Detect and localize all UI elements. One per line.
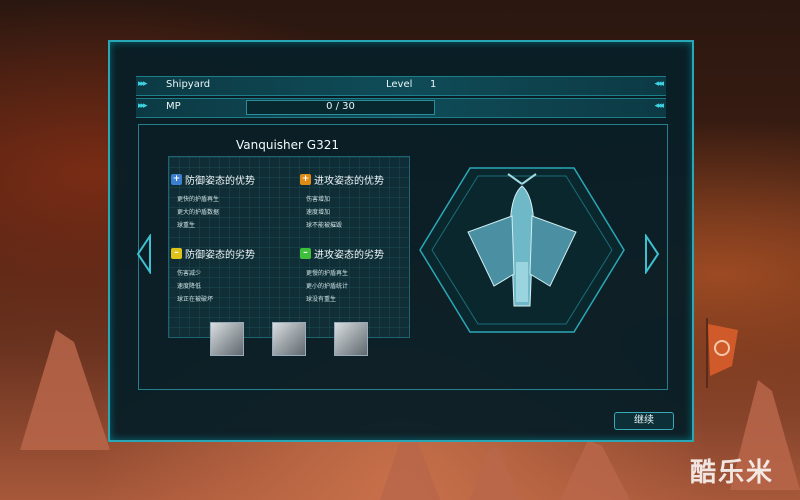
list-item: 球正在被破坏 (177, 296, 214, 303)
mp-label: MP (166, 101, 181, 112)
list-item: 球没有重生 (306, 296, 337, 303)
list-item: 伤害减少 (177, 270, 202, 277)
section-title: 进攻姿态的优势 (314, 176, 384, 187)
list-item: 伤害增加 (306, 196, 331, 203)
watermark-logo: 酷乐米 (690, 458, 775, 488)
bar-arrows-left-icon: ▸▸▸ (138, 101, 147, 111)
bar-arrows-left-icon: ▸▸▸ (138, 79, 147, 89)
attack-advantages: + 进攻姿态的优势 伤害增加 速度增加 球不能被摧毁 (300, 172, 384, 232)
list-item: 更慢的护盾再生 (306, 270, 349, 277)
list-item: 更大的护盾数据 (177, 209, 220, 216)
mp-bar: ▸▸▸ MP 0 / 30 ◂◂◂ (136, 98, 666, 118)
shield-plus-icon: + (171, 174, 182, 185)
level-value: 1 (430, 79, 437, 90)
header-bar: ▸▸▸ Shipyard Level 1 ◂◂◂ (136, 76, 666, 96)
ship-display-hexagon (419, 167, 625, 333)
ship-name: Vanquisher G321 (236, 138, 339, 152)
bar-arrows-right-icon: ◂◂◂ (654, 79, 663, 89)
section-title: 进攻姿态的劣势 (314, 250, 384, 261)
shield-minus-icon: – (171, 248, 182, 259)
meditation-skill-icon[interactable] (272, 322, 306, 356)
list-item: 球不能被摧毁 (306, 222, 343, 229)
defense-advantages: + 防御姿态的优势 更快的护盾再生 更大的护盾数据 球重生 (171, 172, 255, 232)
level-label: Level (386, 79, 413, 90)
banner-flag (706, 318, 738, 388)
bar-arrows-right-icon: ◂◂◂ (654, 101, 663, 111)
list-item: 更小的护盾统计 (306, 283, 349, 290)
attack-plus-icon: + (300, 174, 311, 185)
shield-skill-icon[interactable] (334, 322, 368, 356)
continue-button[interactable]: 继续 (614, 412, 674, 430)
list-item: 速度增加 (306, 209, 331, 216)
attack-minus-icon: – (300, 248, 311, 259)
explosion-skill-icon[interactable] (210, 322, 244, 356)
screen-title: Shipyard (166, 79, 211, 90)
attack-disadvantages: – 进攻姿态的劣势 更慢的护盾再生 更小的护盾统计 球没有重生 (300, 246, 384, 306)
list-item: 球重生 (177, 222, 196, 229)
list-item: 更快的护盾再生 (177, 196, 220, 203)
section-title: 防御姿态的劣势 (185, 250, 255, 261)
mp-value: 0 / 30 (326, 101, 355, 112)
list-item: 速度降低 (177, 283, 202, 290)
defense-disadvantages: – 防御姿态的劣势 伤害减少 速度降低 球正在被破坏 (171, 246, 255, 306)
previous-ship-arrow-icon[interactable] (136, 234, 152, 274)
next-ship-arrow-icon[interactable] (644, 234, 660, 274)
section-title: 防御姿态的优势 (185, 176, 255, 187)
